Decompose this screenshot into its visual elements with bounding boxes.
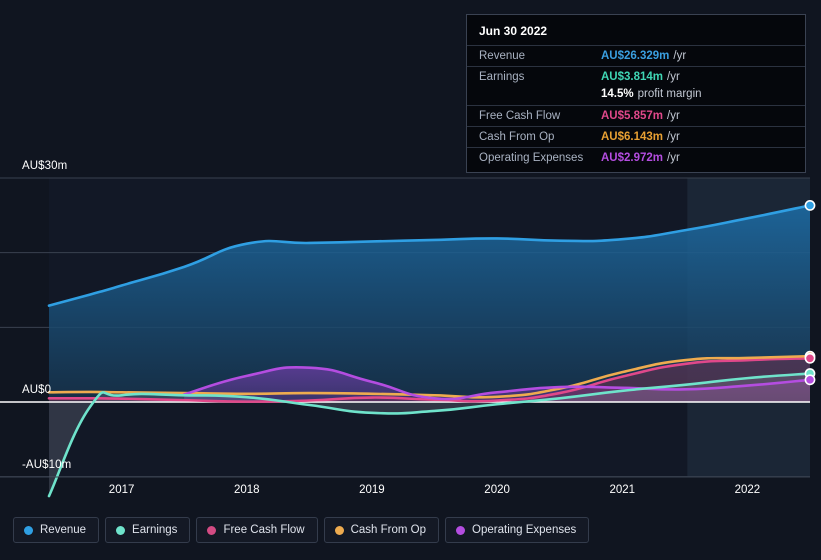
tooltip-row-label: Revenue	[479, 50, 526, 62]
tooltip-row-unit: /yr	[667, 152, 680, 164]
x-axis-label-2018: 2018	[234, 484, 260, 496]
tooltip-row-unit: /yr	[667, 71, 680, 83]
tooltip-row-label: Earnings	[479, 71, 525, 83]
tooltip-row-value: AU$3.814m	[601, 71, 664, 83]
tooltip-row: Earnings AU$3.814m/yr	[467, 66, 805, 87]
y-axis-label-zero: AU$0	[22, 384, 52, 396]
legend-item-label: Cash From Op	[350, 524, 427, 536]
legend-dot-icon	[24, 525, 33, 535]
legend-item-revenue[interactable]: Revenue	[13, 517, 100, 543]
financial-performance-chart: AU$30m AU$0 -AU$10m 2017 2018 2019 2020 2021…	[0, 0, 821, 560]
x-axis-label-2021: 2021	[609, 484, 636, 496]
tooltip-row-unit: /yr	[673, 50, 687, 62]
tooltip-profit-margin-label: profit margin	[637, 88, 702, 100]
chart-legend: Revenue Earnings Free Cash Flow Cash From O…	[13, 517, 590, 543]
end-marker-revenue	[804, 200, 816, 211]
legend-item-cash-from-op[interactable]: Cash From Op	[323, 517, 440, 543]
chart-tooltip: Jun 30 2022 Revenue AU$26.329m/yr Earnings…	[466, 14, 806, 173]
tooltip-profit-margin-row: 14.5% profit margin	[467, 87, 805, 105]
tooltip-row: Operating Expenses AU$2.972m/yr	[467, 147, 805, 168]
y-axis-label-bottom: -AU$10m	[22, 459, 72, 471]
legend-dot-icon	[207, 525, 217, 535]
tooltip-row-value: AU$2.972m	[601, 152, 664, 164]
end-marker-free-cash-flow	[804, 352, 816, 364]
x-axis-label-2017: 2017	[108, 484, 135, 496]
tooltip-row: Cash From Op AU$6.143m/yr	[467, 126, 805, 147]
legend-item-operating-expenses[interactable]: Operating Expenses	[445, 517, 590, 543]
legend-dot-icon	[456, 525, 466, 535]
tooltip-row-unit: /yr	[667, 131, 680, 143]
tooltip-row-label: Free Cash Flow	[479, 110, 561, 122]
tooltip-rows: Revenue AU$26.329m/yr Earnings AU$3.814m/yr…	[467, 45, 805, 168]
tooltip-row-value: AU$5.857m	[601, 110, 664, 122]
tooltip-row-value: AU$6.143m	[601, 131, 664, 143]
legend-item-free-cash-flow[interactable]: Free Cash Flow	[196, 517, 318, 543]
legend-item-label: Free Cash Flow	[223, 524, 305, 536]
legend-dot-icon	[334, 525, 344, 535]
legend-item-label: Operating Expenses	[472, 524, 577, 536]
legend-dot-icon	[116, 525, 126, 535]
tooltip-row-label: Operating Expenses	[479, 152, 584, 164]
x-axis-label-2019: 2019	[359, 484, 385, 496]
tooltip-row-value: AU$26.329m	[601, 50, 670, 62]
x-axis-label-2022: 2022	[734, 484, 761, 496]
tooltip-profit-margin-value: 14.5%	[601, 88, 634, 100]
y-axis-label-top: AU$30m	[22, 160, 68, 172]
tooltip-date: Jun 30 2022	[479, 24, 548, 38]
tooltip-row-label: Cash From Op	[479, 131, 555, 143]
tooltip-row: Revenue AU$26.329m/yr	[467, 45, 805, 66]
tooltip-row-unit: /yr	[667, 110, 680, 122]
legend-item-label: Earnings	[132, 524, 178, 536]
legend-item-label: Revenue	[40, 524, 87, 536]
tooltip-row: Free Cash Flow AU$5.857m/yr	[467, 105, 805, 126]
end-marker-operating-expenses	[804, 374, 816, 386]
x-axis-label-2020: 2020	[484, 484, 510, 496]
legend-item-earnings[interactable]: Earnings	[105, 517, 191, 543]
